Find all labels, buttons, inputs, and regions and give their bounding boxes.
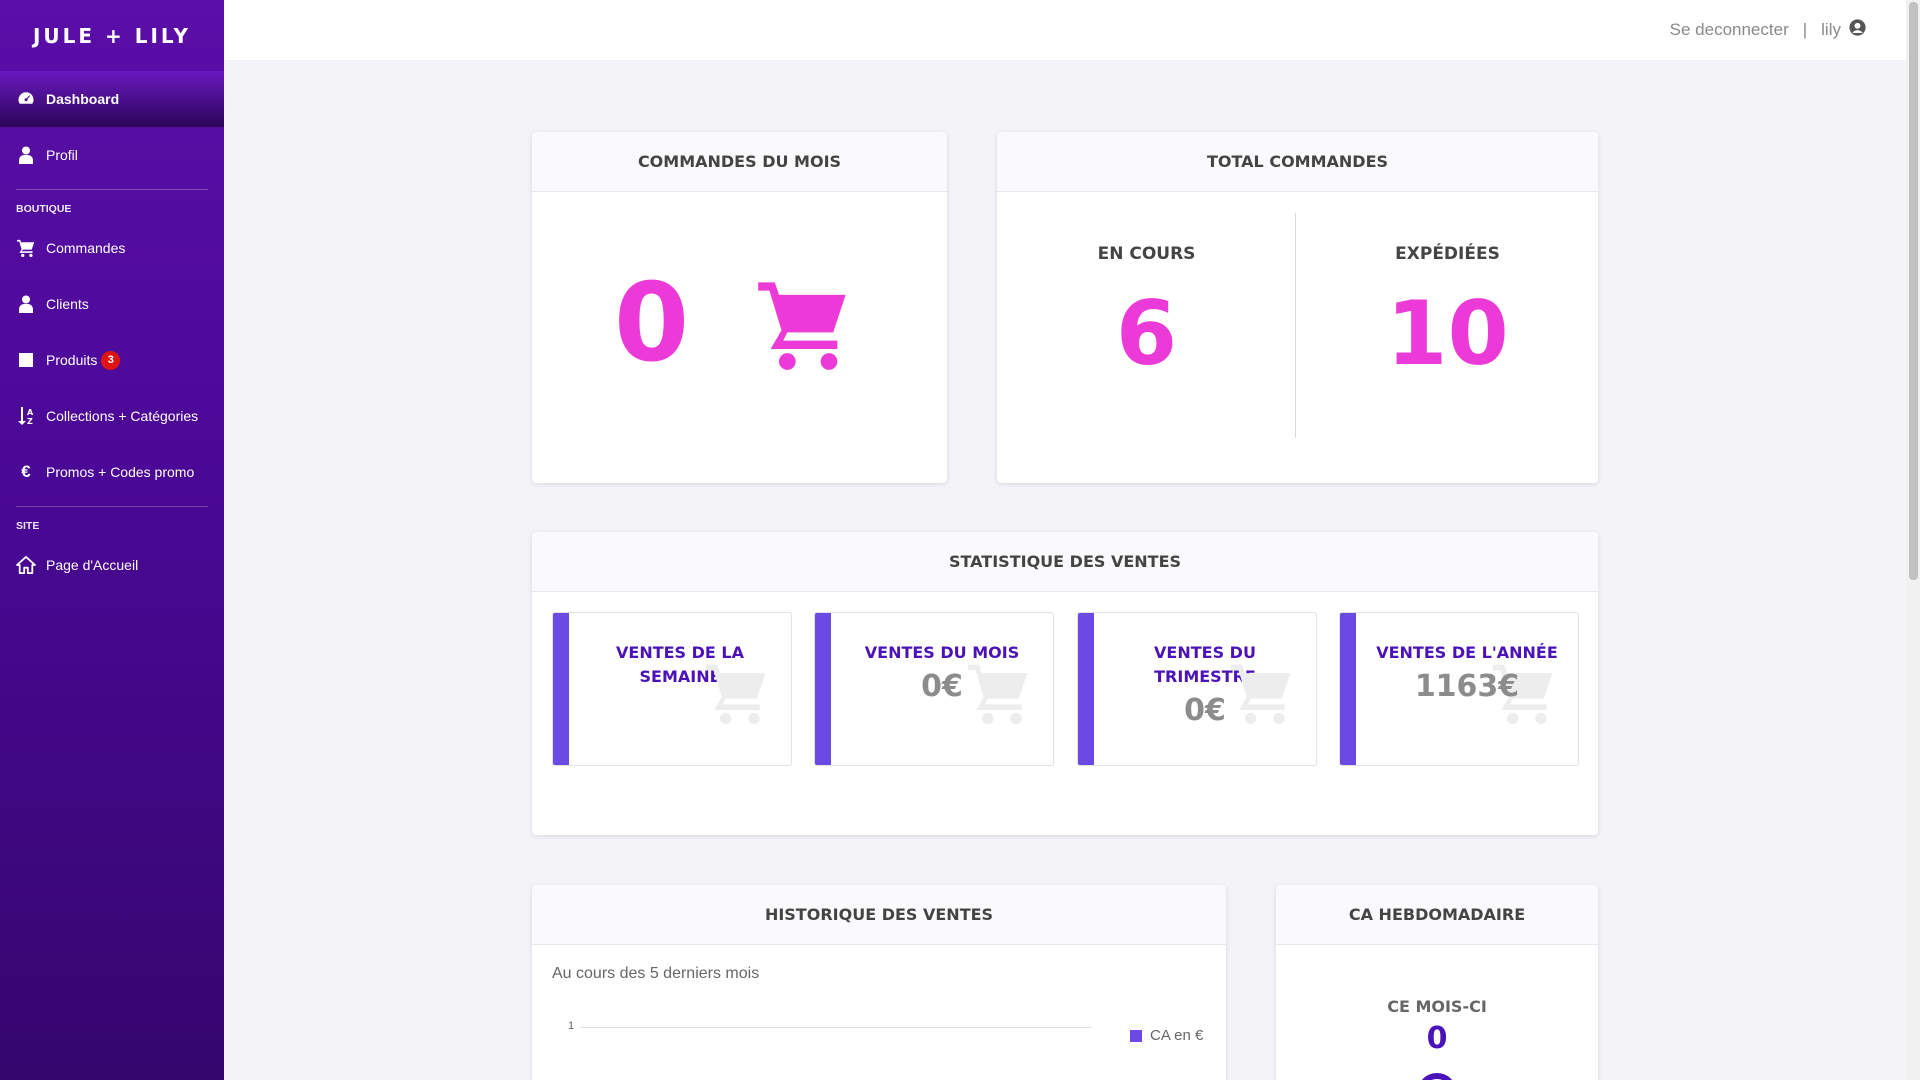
stat-card-mois: VENTES DU MOIS 0€	[814, 612, 1054, 766]
sidebar-item-produits[interactable]: Produits 3	[0, 332, 224, 388]
cart-icon	[703, 661, 771, 730]
stat-accent-bar	[1078, 613, 1094, 765]
card-title: HISTORIQUE DES VENTES	[532, 885, 1226, 945]
cart-icon	[16, 238, 36, 258]
sidebar-item-profil[interactable]: Profil	[0, 127, 224, 183]
produits-badge: 3	[101, 350, 121, 370]
euro-icon: €	[21, 462, 31, 481]
brand-logo[interactable]: JULE + LILY	[0, 0, 224, 71]
expediees-value: 10	[1386, 282, 1509, 385]
stat-card-semaine: VENTES DE LA SEMAINE	[552, 612, 792, 766]
sidebar-item-clients[interactable]: Clients	[0, 276, 224, 332]
card-historique-ventes: HISTORIQUE DES VENTES Au cours des 5 der…	[532, 885, 1226, 1080]
user-icon	[16, 145, 36, 165]
user-icon	[16, 294, 36, 314]
chart-legend[interactable]: CA en €	[1130, 1027, 1203, 1044]
stat-value: 1163€	[1414, 669, 1520, 704]
sidebar-item-label: Profil	[46, 147, 78, 163]
ca-value: 0	[1426, 1021, 1448, 1056]
card-title: TOTAL COMMANDES	[997, 132, 1598, 192]
ca-label: CE MOIS-CI	[1387, 997, 1487, 1016]
nav-section-boutique: BOUTIQUE	[16, 203, 72, 215]
sidebar-item-promos[interactable]: € Promos + Codes promo	[0, 444, 224, 500]
sidebar: JULE + LILY Dashboard Profil BOUTIQUE Co…	[0, 0, 224, 1080]
stat-accent-bar	[1340, 613, 1356, 765]
sort-alpha-icon: AZ	[16, 406, 36, 426]
chart-y-tick: 1	[568, 1020, 575, 1032]
page-scrollbar[interactable]	[1906, 0, 1920, 1080]
ca-gauge	[1417, 1073, 1457, 1080]
stat-accent-bar	[815, 613, 831, 765]
sidebar-item-label: Page d'Accueil	[46, 557, 139, 573]
topbar-separator: |	[1802, 20, 1808, 39]
home-icon	[16, 555, 36, 575]
sidebar-item-dashboard[interactable]: Dashboard	[0, 71, 224, 127]
sidebar-item-label: Clients	[46, 296, 89, 312]
nav-divider	[16, 506, 208, 507]
commandes-mois-value: 0	[614, 261, 690, 386]
stat-value: 0€	[1184, 693, 1226, 728]
card-title: CA HEBDOMADAIRE	[1276, 885, 1598, 945]
nav-section-site: SITE	[16, 520, 40, 532]
en-cours-label: EN COURS	[1097, 244, 1196, 264]
svg-text:Z: Z	[27, 417, 33, 426]
top-bar: Se deconnecter | lily	[224, 0, 1906, 60]
sidebar-item-label: Produits	[46, 352, 98, 368]
stat-card-annee: VENTES DE L'ANNÉE 1163€	[1339, 612, 1579, 766]
square-icon	[16, 350, 36, 370]
stat-card-trimestre: VENTES DU TRIMESTRE 0€	[1077, 612, 1317, 766]
card-statistique-ventes: STATISTIQUE DES VENTES VENTES DE LA SEMA…	[532, 532, 1598, 835]
cart-icon	[754, 276, 854, 377]
dashboard-icon	[16, 89, 36, 109]
legend-swatch	[1130, 1029, 1142, 1042]
card-title: COMMANDES DU MOIS	[532, 132, 947, 192]
stat-accent-bar	[553, 613, 569, 765]
legend-label: CA en €	[1150, 1027, 1204, 1044]
sidebar-item-commandes[interactable]: Commandes	[0, 220, 224, 276]
scrollbar-thumb[interactable]	[1909, 2, 1918, 580]
sidebar-item-label: Collections + Catégories	[46, 408, 199, 424]
expediees-label: EXPÉDIÉES	[1395, 244, 1500, 264]
nav-divider	[16, 189, 208, 190]
username[interactable]: lily	[1821, 20, 1841, 40]
chart-gridline	[580, 1027, 1092, 1028]
logout-link[interactable]: Se deconnecter	[1670, 20, 1789, 40]
user-circle-icon[interactable]	[1849, 19, 1866, 41]
sidebar-item-label: Commandes	[46, 240, 126, 256]
sidebar-item-accueil[interactable]: Page d'Accueil	[0, 537, 224, 593]
card-commandes-mois: COMMANDES DU MOIS 0	[532, 132, 947, 483]
card-total-commandes: TOTAL COMMANDES EN COURS 6 EXPÉDIÉES 10	[997, 132, 1598, 483]
stat-value: 0€	[921, 669, 963, 704]
chart-subtitle: Au cours des 5 derniers mois	[552, 965, 760, 982]
svg-text:A: A	[27, 408, 34, 417]
sidebar-item-collections[interactable]: AZ Collections + Catégories	[0, 388, 224, 444]
sidebar-item-label: Dashboard	[46, 91, 120, 107]
sidebar-item-label: Promos + Codes promo	[46, 464, 195, 480]
card-ca-hebdomadaire: CA HEBDOMADAIRE CE MOIS-CI 0	[1276, 885, 1598, 1080]
en-cours-value: 6	[1115, 282, 1178, 385]
